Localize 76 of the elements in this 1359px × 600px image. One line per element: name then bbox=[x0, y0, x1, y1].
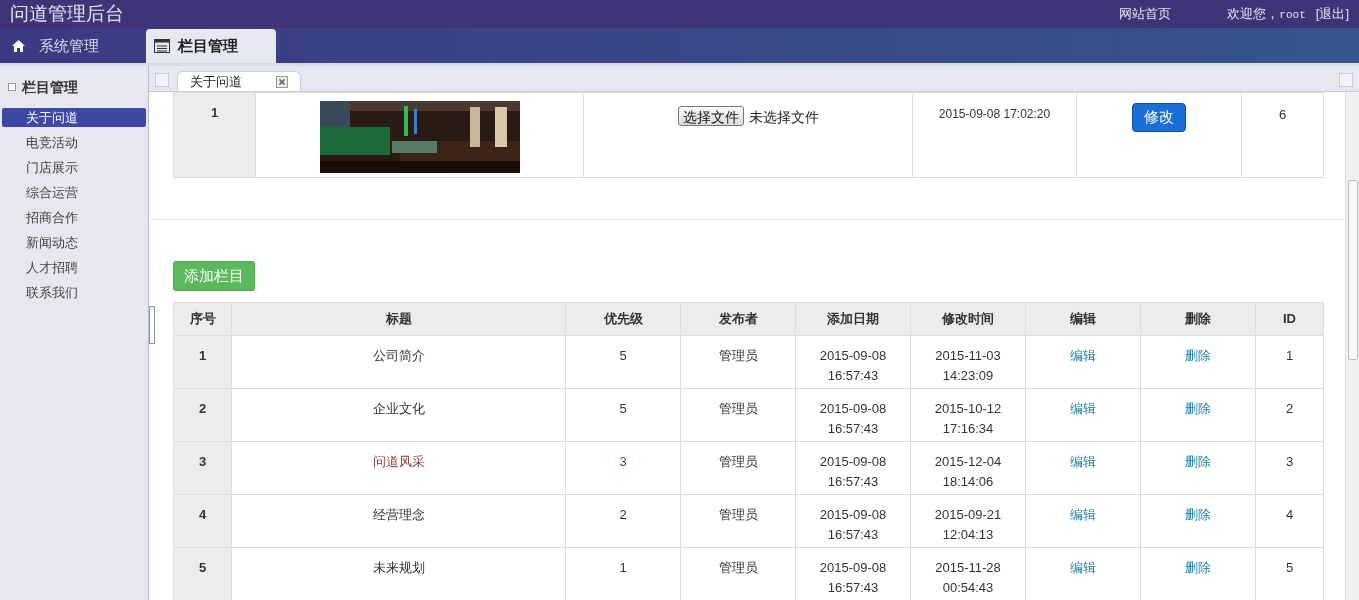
delete-link[interactable]: 删除 bbox=[1185, 560, 1211, 575]
welcome-text: 欢迎您，root bbox=[1227, 5, 1306, 24]
home-link[interactable]: 网站首页 bbox=[1119, 4, 1172, 24]
table-cell: 3 bbox=[173, 441, 232, 495]
table-cell: 2015-09-08 16:57:43 bbox=[795, 388, 911, 442]
column-header: 删除 bbox=[1140, 302, 1256, 336]
table-cell: 2015-09-08 16:57:43 bbox=[795, 494, 911, 548]
table-cell: 2015-11-03 14:23:09 bbox=[910, 335, 1026, 389]
sidebar-item[interactable]: 联系我们 bbox=[2, 283, 146, 302]
page-tab[interactable]: 关于问道 bbox=[177, 71, 301, 91]
table-cell: 3 bbox=[1255, 441, 1324, 495]
table-cell: 6 bbox=[1241, 92, 1324, 178]
column-header: 标题 bbox=[231, 302, 566, 336]
nav-tab[interactable]: 栏目管理 bbox=[146, 29, 276, 63]
list-icon bbox=[154, 39, 170, 53]
column-header: 编辑 bbox=[1025, 302, 1141, 336]
table-cell: 2015-10-12 17:16:34 bbox=[910, 388, 1026, 442]
sidebar-item[interactable]: 综合运营 bbox=[2, 183, 146, 202]
column-header: 序号 bbox=[173, 302, 232, 336]
logout-link[interactable]: [退出] bbox=[1315, 4, 1349, 24]
table-cell: 2 bbox=[173, 388, 232, 442]
table-cell: 2015-09-08 17:02:20 bbox=[912, 92, 1077, 178]
sidebar-item[interactable]: 招商合作 bbox=[2, 208, 146, 227]
nav-tab[interactable]: 系统管理 bbox=[2, 29, 142, 63]
table-cell: 4 bbox=[173, 494, 232, 548]
table-cell: 5 bbox=[565, 388, 681, 442]
table-cell: 企业文化 bbox=[231, 388, 566, 442]
sidebar-title: 栏目管理 bbox=[22, 77, 78, 97]
table-cell: 经营理念 bbox=[231, 494, 566, 548]
table-cell: 2015-09-08 16:57:43 bbox=[795, 335, 911, 389]
file-status: 未选择文件 bbox=[748, 109, 819, 125]
column-header: 优先级 bbox=[565, 302, 681, 336]
sidebar-item[interactable]: 门店展示 bbox=[2, 158, 146, 177]
table-cell: 4 bbox=[1255, 494, 1324, 548]
table-cell: 2015-09-08 16:57:43 bbox=[795, 441, 911, 495]
collapse-handle[interactable] bbox=[149, 306, 155, 344]
table-cell: 1 bbox=[173, 335, 232, 389]
delete-link[interactable]: 删除 bbox=[1185, 454, 1211, 469]
edit-link[interactable]: 编辑 bbox=[1070, 507, 1096, 522]
table-cell: 管理员 bbox=[680, 388, 796, 442]
edit-link[interactable]: 编辑 bbox=[1070, 348, 1096, 363]
table-cell: 1 bbox=[173, 92, 256, 178]
table-cell: 1 bbox=[1255, 335, 1324, 389]
edit-link[interactable]: 编辑 bbox=[1070, 560, 1096, 575]
edit-link[interactable]: 编辑 bbox=[1070, 454, 1096, 469]
column-header: 修改时间 bbox=[910, 302, 1026, 336]
sidebar-item[interactable]: 人才招聘 bbox=[2, 258, 146, 277]
scrollbar-thumb[interactable] bbox=[1347, 180, 1358, 360]
sidebar-item[interactable]: 新闻动态 bbox=[2, 233, 146, 252]
choose-file-button[interactable]: 选择文件 bbox=[677, 106, 744, 126]
delete-link[interactable]: 删除 bbox=[1185, 401, 1211, 416]
table-cell: 2015-09-21 12:04:13 bbox=[910, 494, 1026, 548]
column-header: 发布者 bbox=[680, 302, 796, 336]
modify-button[interactable]: 修改 bbox=[1132, 103, 1186, 132]
app-title: 问道管理后台 bbox=[10, 1, 124, 26]
sidebar-item[interactable]: 电竞活动 bbox=[2, 133, 146, 152]
table-cell: 管理员 bbox=[680, 335, 796, 389]
close-icon[interactable] bbox=[276, 75, 288, 88]
table-cell: 3 bbox=[565, 441, 681, 495]
table-cell: 2015-12-04 18:14:06 bbox=[910, 441, 1026, 495]
table-cell: 2 bbox=[1255, 388, 1324, 442]
column-header: ID bbox=[1255, 302, 1324, 336]
home-icon bbox=[12, 40, 25, 52]
table-cell: 2 bbox=[565, 494, 681, 548]
table-cell: 5 bbox=[565, 335, 681, 389]
delete-link[interactable]: 删除 bbox=[1185, 348, 1211, 363]
edit-link[interactable]: 编辑 bbox=[1070, 401, 1096, 416]
table-cell: 5 bbox=[173, 547, 232, 600]
delete-link[interactable]: 删除 bbox=[1185, 507, 1211, 522]
column-header: 添加日期 bbox=[795, 302, 911, 336]
table-cell: 公司简介 bbox=[231, 335, 566, 389]
collapse-icon[interactable] bbox=[8, 83, 16, 91]
table-cell: 管理员 bbox=[680, 441, 796, 495]
sidebar-item[interactable]: 关于问道 bbox=[2, 108, 146, 127]
table-cell: 问道风采 bbox=[231, 441, 566, 495]
table-cell: 管理员 bbox=[680, 494, 796, 548]
